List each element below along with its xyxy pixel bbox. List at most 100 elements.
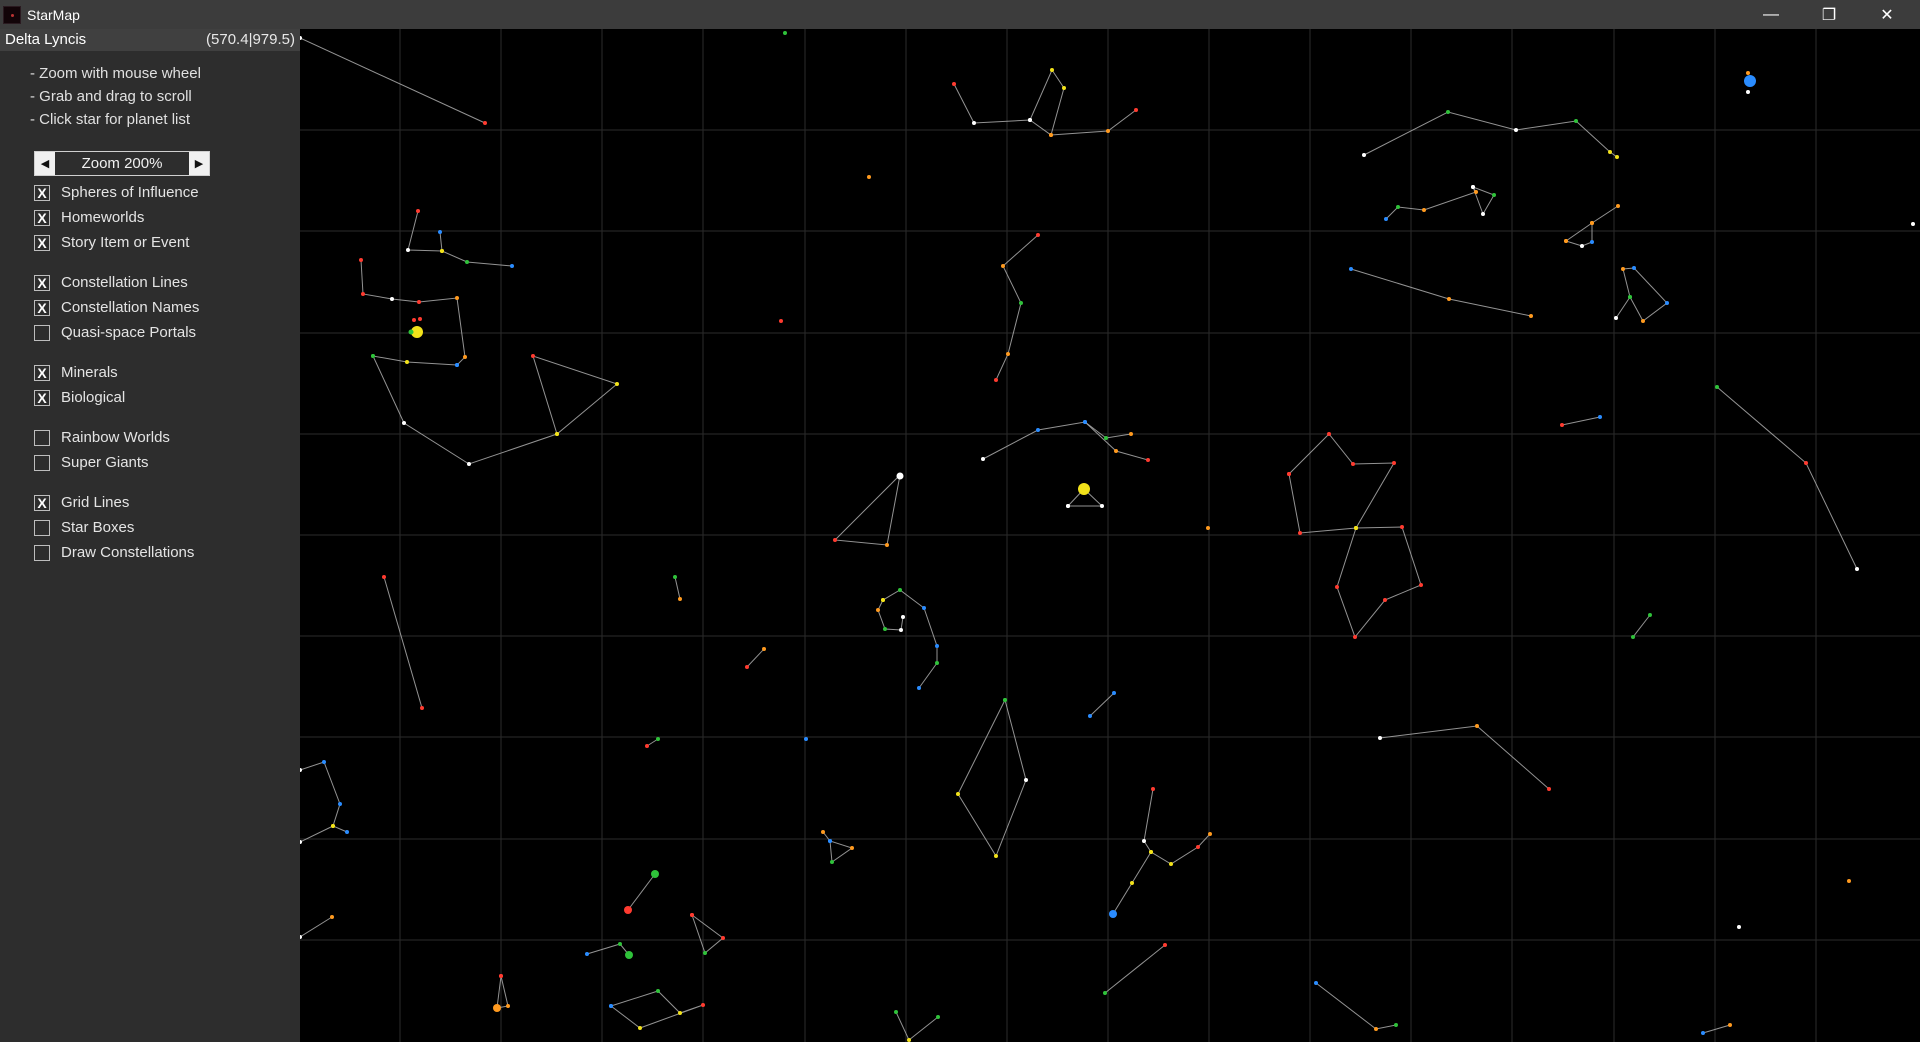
- star[interactable]: [1314, 981, 1318, 985]
- option-constellation-names[interactable]: X Constellation Names: [34, 299, 199, 316]
- star[interactable]: [418, 317, 422, 321]
- star[interactable]: [1616, 204, 1620, 208]
- star[interactable]: [1396, 205, 1400, 209]
- star[interactable]: [1208, 832, 1212, 836]
- star[interactable]: [1354, 526, 1358, 530]
- checkbox-star-boxes[interactable]: [34, 519, 50, 536]
- option-biological[interactable]: X Biological: [34, 389, 125, 406]
- star[interactable]: [745, 665, 749, 669]
- star[interactable]: [1196, 845, 1200, 849]
- star[interactable]: [645, 744, 649, 748]
- star[interactable]: [1163, 943, 1167, 947]
- star[interactable]: [1298, 531, 1302, 535]
- star[interactable]: [1062, 86, 1066, 90]
- star[interactable]: [981, 457, 985, 461]
- star[interactable]: [1746, 71, 1750, 75]
- star[interactable]: [898, 588, 902, 592]
- star[interactable]: [382, 575, 386, 579]
- star[interactable]: [1378, 736, 1382, 740]
- star[interactable]: [1746, 90, 1750, 94]
- star[interactable]: [1632, 266, 1636, 270]
- star[interactable]: [994, 854, 998, 858]
- checkbox-homeworlds[interactable]: X: [34, 209, 50, 226]
- option-minerals[interactable]: X Minerals: [34, 364, 118, 381]
- star[interactable]: [1564, 239, 1568, 243]
- star[interactable]: [1001, 264, 1005, 268]
- option-constellation-lines[interactable]: X Constellation Lines: [34, 274, 188, 291]
- checkbox-rainbow-worlds[interactable]: [34, 429, 50, 446]
- star[interactable]: [894, 1010, 898, 1014]
- star[interactable]: [359, 258, 363, 262]
- star[interactable]: [361, 292, 365, 296]
- star[interactable]: [1648, 613, 1652, 617]
- star[interactable]: [1804, 461, 1808, 465]
- star[interactable]: [830, 860, 834, 864]
- star[interactable]: [1374, 1027, 1378, 1031]
- checkbox-story-item-or-event[interactable]: X: [34, 234, 50, 251]
- star[interactable]: [1422, 208, 1426, 212]
- star[interactable]: [406, 248, 410, 252]
- star[interactable]: [1151, 787, 1155, 791]
- star[interactable]: [1142, 839, 1146, 843]
- star[interactable]: [1471, 185, 1475, 189]
- star[interactable]: [1206, 526, 1210, 530]
- star[interactable]: [1514, 128, 1518, 132]
- star[interactable]: [1590, 240, 1594, 244]
- star[interactable]: [345, 830, 349, 834]
- star[interactable]: [994, 378, 998, 382]
- star[interactable]: [1492, 193, 1496, 197]
- star[interactable]: [1574, 119, 1578, 123]
- star[interactable]: [901, 615, 905, 619]
- star[interactable]: [936, 1015, 940, 1019]
- option-super-giants[interactable]: Super Giants: [34, 454, 149, 471]
- star[interactable]: [1715, 385, 1719, 389]
- star[interactable]: [1146, 458, 1150, 462]
- star[interactable]: [828, 839, 832, 843]
- maximize-button[interactable]: ❐: [1800, 0, 1858, 29]
- star[interactable]: [440, 249, 444, 253]
- star[interactable]: [1351, 462, 1355, 466]
- star[interactable]: [721, 936, 725, 940]
- option-star-boxes[interactable]: Star Boxes: [34, 519, 134, 536]
- zoom-out-button[interactable]: ◀: [35, 152, 55, 175]
- star[interactable]: [1728, 1023, 1732, 1027]
- checkbox-spheres-of-influence[interactable]: X: [34, 184, 50, 201]
- star[interactable]: [651, 870, 659, 878]
- star[interactable]: [762, 647, 766, 651]
- star[interactable]: [1614, 316, 1618, 320]
- star[interactable]: [331, 824, 335, 828]
- star[interactable]: [881, 598, 885, 602]
- star[interactable]: [618, 942, 622, 946]
- star[interactable]: [917, 686, 921, 690]
- star[interactable]: [783, 31, 787, 35]
- star[interactable]: [1078, 483, 1090, 495]
- star[interactable]: [899, 628, 903, 632]
- star[interactable]: [465, 260, 469, 264]
- star[interactable]: [1580, 244, 1584, 248]
- star[interactable]: [1049, 133, 1053, 137]
- star[interactable]: [330, 915, 334, 919]
- star[interactable]: [1003, 698, 1007, 702]
- star[interactable]: [1474, 190, 1478, 194]
- star[interactable]: [1621, 267, 1625, 271]
- star[interactable]: [1134, 108, 1138, 112]
- star[interactable]: [1129, 432, 1133, 436]
- star[interactable]: [438, 230, 442, 234]
- star[interactable]: [935, 644, 939, 648]
- star[interactable]: [1590, 221, 1594, 225]
- star[interactable]: [1419, 583, 1423, 587]
- star[interactable]: [678, 597, 682, 601]
- star[interactable]: [1481, 212, 1485, 216]
- star[interactable]: [1104, 436, 1108, 440]
- option-homeworlds[interactable]: X Homeworlds: [34, 209, 144, 226]
- star[interactable]: [1112, 691, 1116, 695]
- star[interactable]: [1036, 428, 1040, 432]
- star[interactable]: [1560, 423, 1564, 427]
- checkbox-draw-constellations[interactable]: [34, 544, 50, 561]
- star[interactable]: [1088, 714, 1092, 718]
- star[interactable]: [420, 706, 424, 710]
- star[interactable]: [1529, 314, 1533, 318]
- star[interactable]: [300, 840, 302, 844]
- star[interactable]: [1394, 1023, 1398, 1027]
- star[interactable]: [1608, 150, 1612, 154]
